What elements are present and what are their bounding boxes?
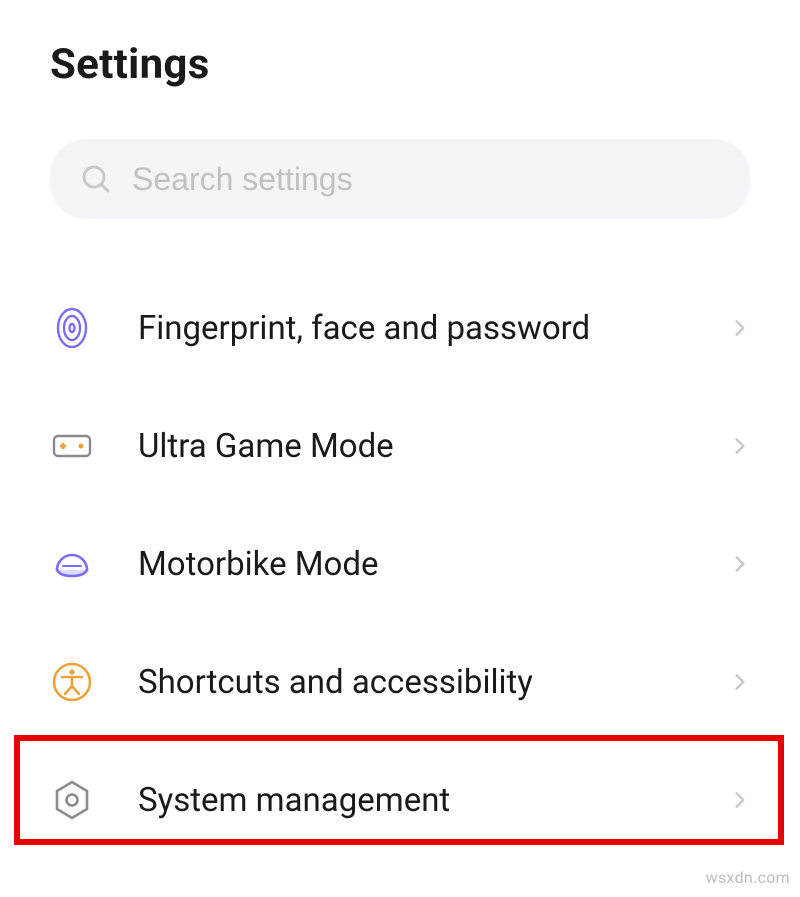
chevron-right-icon <box>730 554 750 574</box>
settings-item-motorbike[interactable]: Motorbike Mode <box>50 505 750 623</box>
settings-item-label: Fingerprint, face and password <box>138 309 730 348</box>
settings-item-system-management[interactable]: System management <box>50 741 750 859</box>
watermark: wsxdn.com <box>706 868 790 887</box>
chevron-right-icon <box>730 672 750 692</box>
chevron-right-icon <box>730 790 750 810</box>
search-input[interactable] <box>132 161 720 198</box>
search-icon <box>80 163 112 195</box>
settings-item-shortcuts[interactable]: Shortcuts and accessibility <box>50 623 750 741</box>
settings-item-label: Motorbike Mode <box>138 545 730 584</box>
helmet-icon <box>50 542 94 586</box>
settings-hex-icon <box>50 778 94 822</box>
settings-item-fingerprint[interactable]: Fingerprint, face and password <box>50 269 750 387</box>
settings-item-label: System management <box>138 781 730 820</box>
settings-item-ultra-game[interactable]: Ultra Game Mode <box>50 387 750 505</box>
settings-item-label: Ultra Game Mode <box>138 427 730 466</box>
search-field[interactable] <box>50 139 750 219</box>
gamepad-icon <box>50 424 94 468</box>
chevron-right-icon <box>730 436 750 456</box>
fingerprint-icon <box>50 306 94 350</box>
accessibility-icon <box>50 660 94 704</box>
page-title: Settings <box>50 40 750 89</box>
chevron-right-icon <box>730 318 750 338</box>
settings-item-label: Shortcuts and accessibility <box>138 663 730 702</box>
